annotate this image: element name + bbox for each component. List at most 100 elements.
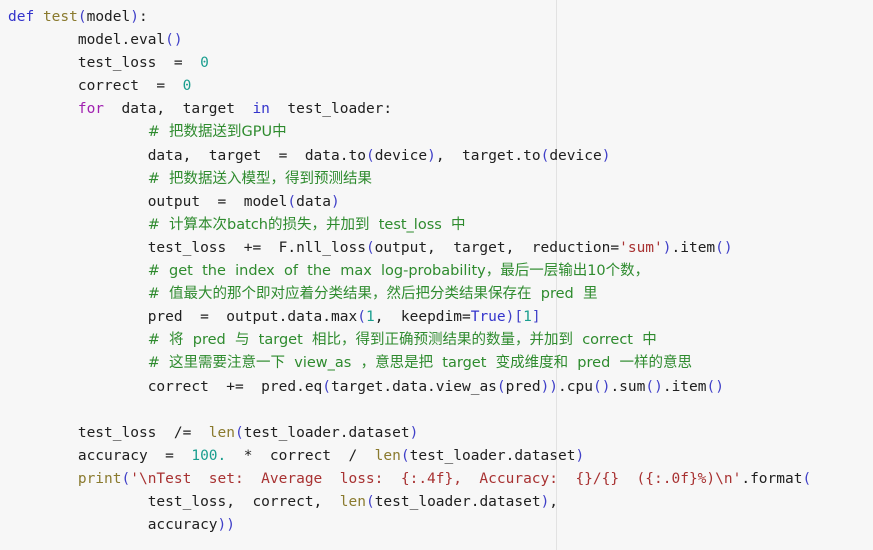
code-line[interactable]: correct = 0 [8, 75, 873, 98]
code-token: # 计算本次batch的损失，并加到 test_loss 中 [147, 216, 466, 233]
code-line[interactable]: correct += pred.eq(target.data.view_as(p… [8, 376, 873, 399]
code-line[interactable]: # 计算本次batch的损失，并加到 test_loss 中 [8, 214, 873, 237]
code-line[interactable]: output = model(data) [8, 191, 873, 214]
code-token: ( [365, 239, 375, 256]
code-token: accuracy = [77, 447, 192, 464]
code-token: 100. [191, 447, 227, 464]
code-token: . [610, 378, 620, 395]
code-token: ) [662, 239, 672, 256]
code-token: max [331, 309, 358, 326]
code-token: print [77, 470, 122, 487]
code-token: () [645, 378, 663, 395]
code-token: 0 [182, 78, 192, 95]
code-token: # 将 pred 与 target 相比，得到正确预测结果的数量，并加到 cor… [147, 332, 657, 349]
code-line[interactable]: # 这里需要注意一下 view_as ，意思是把 target 变成维度和 pr… [8, 352, 873, 375]
code-token: ( [365, 493, 375, 510]
code-token: data, target = data. [147, 147, 349, 164]
code-token: ( [400, 447, 410, 464]
code-token: # 这里需要注意一下 view_as ，意思是把 target 变成维度和 pr… [147, 355, 693, 372]
code-token: True [470, 309, 506, 326]
code-token: format [750, 470, 803, 487]
code-line[interactable]: # 把数据送到GPU中 [8, 121, 873, 144]
code-token: ) [601, 147, 611, 164]
code-editor-surface: def test(model): model.eval() test_loss … [0, 0, 873, 550]
code-token: model [86, 9, 131, 25]
code-line[interactable]: # get the index of the max log-probabili… [8, 260, 873, 283]
code-token: ) [409, 424, 419, 441]
code-token: )) [217, 517, 235, 534]
code-token: item [680, 239, 716, 256]
code-line[interactable]: print('\nTest set: Average loss: {:.4f},… [8, 468, 873, 491]
code-token: test_loss += F. [147, 239, 297, 256]
code-token: len [374, 447, 401, 464]
code-line[interactable]: for data, target in test_loader: [8, 98, 873, 121]
code-line[interactable]: test_loss = 0 [8, 52, 873, 75]
code-token: test_loss = [77, 55, 201, 72]
code-token: test_loader: [269, 101, 393, 118]
code-token: . [662, 378, 672, 395]
code-token: test [42, 9, 78, 25]
code-token: ) [427, 147, 436, 164]
code-token: # 值最大的那个即对应着分类结果，然后把分类结果保存在 pred 里 [147, 286, 598, 303]
code-token: test_loss /= [77, 424, 209, 441]
code-line[interactable]: # 把数据送入模型，得到预测结果 [8, 168, 873, 191]
code-token: ( [357, 309, 366, 326]
code-token: ) [130, 9, 139, 25]
code-token: device [374, 147, 428, 164]
code-token: ( [287, 193, 297, 210]
code-token: ( [121, 470, 131, 487]
code-line[interactable] [8, 399, 873, 422]
code-line[interactable]: model.eval() [8, 29, 873, 52]
code-token: model. [77, 32, 131, 49]
code-token: , keepdim= [374, 309, 471, 326]
code-line[interactable]: pred = output.data.max(1, keepdim=True)[… [8, 306, 873, 329]
code-token: test_loader.dataset [243, 424, 410, 441]
code-token: ( [802, 470, 812, 487]
code-token: 'sum' [619, 239, 663, 256]
code-line[interactable]: def test(model): [8, 6, 873, 29]
code-token: len [339, 493, 366, 510]
code-line[interactable]: data, target = data.to(device), target.t… [8, 145, 873, 168]
code-token: cpu [566, 378, 593, 395]
code-token: # 把数据送入模型，得到预测结果 [147, 170, 373, 187]
code-token: def [8, 9, 35, 25]
code-token: eval [130, 32, 166, 49]
code-line[interactable]: test_loss, correct, len(test_loader.data… [8, 491, 873, 514]
code-token: . [671, 239, 681, 256]
code-token: 0 [200, 55, 209, 72]
code-token: () [706, 378, 724, 395]
code-line[interactable]: test_loss /= len(test_loader.dataset) [8, 422, 873, 445]
code-token: data [296, 193, 332, 210]
code-line[interactable]: # 值最大的那个即对应着分类结果，然后把分类结果保存在 pred 里 [8, 283, 873, 306]
code-token: ) [575, 447, 585, 464]
code-token: pred [505, 378, 541, 395]
code-line[interactable]: accuracy)) [8, 514, 873, 537]
code-token: . [741, 470, 751, 487]
code-line[interactable]: test_loss += F.nll_loss(output, target, … [8, 237, 873, 260]
code-line[interactable]: accuracy = 100. * correct / len(test_loa… [8, 445, 873, 468]
code-listing[interactable]: def test(model): model.eval() test_loss … [0, 0, 873, 537]
code-line[interactable]: # 将 pred 与 target 相比，得到正确预测结果的数量，并加到 cor… [8, 329, 873, 352]
code-token: ( [322, 378, 332, 395]
code-token: device [549, 147, 602, 164]
code-token: test_loss, correct, [147, 493, 340, 510]
code-token: () [592, 378, 611, 395]
code-token: ] [531, 309, 541, 326]
code-token: to [523, 147, 541, 164]
